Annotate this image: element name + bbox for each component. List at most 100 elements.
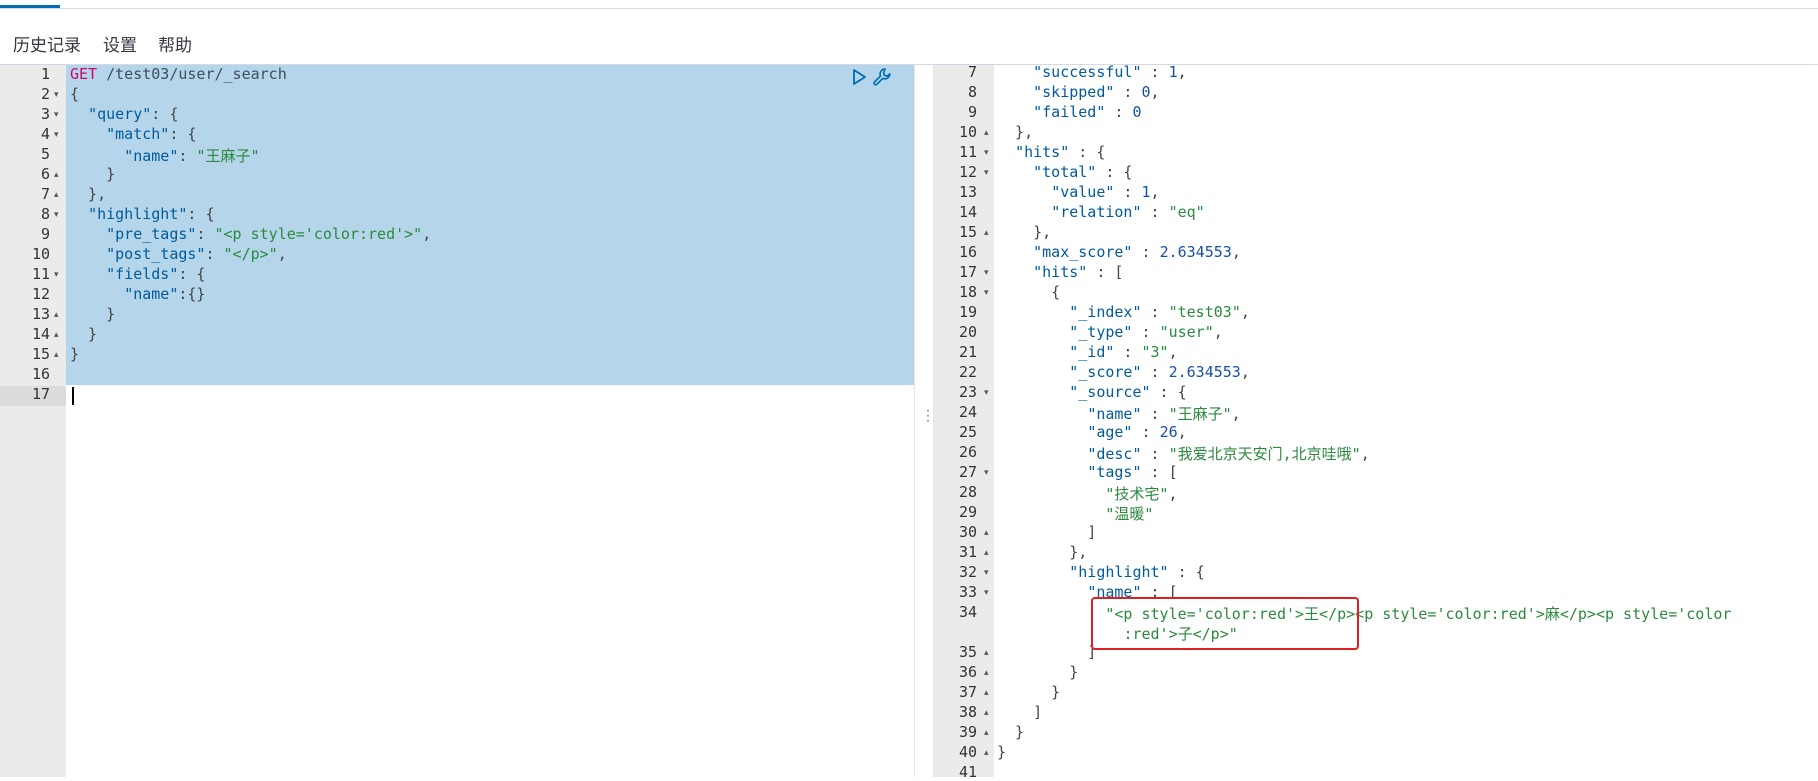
code-line: "query": { xyxy=(70,105,178,123)
code-token: "test03" xyxy=(1168,303,1241,321)
code-token: , xyxy=(1240,363,1250,381)
code-line: { xyxy=(70,85,79,103)
code-token: , xyxy=(1150,183,1160,201)
fold-expand-icon[interactable]: ▴ xyxy=(984,548,989,558)
fold-collapse-icon[interactable]: ▾ xyxy=(984,388,989,398)
line-number: 37 xyxy=(958,683,977,701)
line-number: 7 xyxy=(40,185,50,203)
menu-help[interactable]: 帮助 xyxy=(158,31,192,56)
code-token: /test03/user/_search xyxy=(97,65,287,83)
code-token: : { xyxy=(187,205,215,223)
code-line: ] xyxy=(997,703,1042,721)
fold-collapse-icon[interactable]: ▾ xyxy=(54,130,59,140)
code-token: : xyxy=(1141,63,1169,81)
code-line: "successful" : 1, xyxy=(997,63,1187,81)
code-token: 0 xyxy=(1141,83,1151,101)
code-line: }, xyxy=(997,543,1087,561)
request-editor[interactable]: 1 GET /test03/user/_search 2 ▾{3 ▾ "query": … xyxy=(0,65,914,777)
menu-history[interactable]: 历史记录 xyxy=(13,31,81,56)
line-number: 2 xyxy=(40,85,50,103)
fold-expand-icon[interactable]: ▴ xyxy=(54,170,59,180)
fold-collapse-icon[interactable]: ▾ xyxy=(984,148,989,158)
code-line: } xyxy=(997,743,1006,761)
line-number: 19 xyxy=(958,303,977,321)
fold-expand-icon[interactable]: ▴ xyxy=(984,648,989,658)
code-line: } xyxy=(997,663,1078,681)
fold-expand-icon[interactable]: ▴ xyxy=(984,748,989,758)
code-token: : xyxy=(1114,83,1142,101)
code-token: : { xyxy=(151,105,179,123)
line-number: 40 xyxy=(958,743,977,761)
play-icon[interactable] xyxy=(851,68,867,91)
fold-expand-icon[interactable]: ▴ xyxy=(54,350,59,360)
fold-collapse-icon[interactable]: ▾ xyxy=(54,210,59,220)
line-number: 14 xyxy=(958,203,977,221)
fold-expand-icon[interactable]: ▴ xyxy=(54,310,59,320)
code-token: "total" xyxy=(1033,163,1097,181)
code-token: "</p>" xyxy=(223,245,278,263)
active-tab-indicator xyxy=(0,5,60,8)
code-token: 26 xyxy=(1159,423,1178,441)
line-number: 29 xyxy=(958,503,977,521)
fold-expand-icon[interactable]: ▴ xyxy=(984,728,989,738)
code-line: "relation" : "eq" xyxy=(997,203,1205,221)
fold-expand-icon[interactable]: ▴ xyxy=(54,330,59,340)
fold-collapse-icon[interactable]: ▾ xyxy=(54,90,59,100)
fold-collapse-icon[interactable]: ▾ xyxy=(984,468,989,478)
code-token: "skipped" xyxy=(1033,83,1115,101)
line-number: 13 xyxy=(31,305,50,323)
fold-expand-icon[interactable]: ▴ xyxy=(984,708,989,718)
code-token: "王麻子" xyxy=(196,147,260,165)
fold-expand-icon[interactable]: ▴ xyxy=(984,688,989,698)
code-token: : [ xyxy=(1087,263,1124,281)
code-token: "name" xyxy=(124,147,179,165)
code-token: } xyxy=(997,723,1025,741)
code-token: "highlight" xyxy=(88,205,188,223)
fold-collapse-icon[interactable]: ▾ xyxy=(984,288,989,298)
fold-collapse-icon[interactable]: ▾ xyxy=(54,270,59,280)
code-line: "_score" : 2.634553, xyxy=(997,363,1250,381)
code-token: , xyxy=(1168,343,1178,361)
fold-collapse-icon[interactable]: ▾ xyxy=(54,110,59,120)
code-line: "pre_tags": "<p style='color:red'>", xyxy=(70,225,431,243)
code-line: "max_score" : 2.634553, xyxy=(997,243,1241,261)
code-token: "failed" xyxy=(1033,103,1106,121)
fold-expand-icon[interactable]: ▴ xyxy=(984,668,989,678)
line-number: 11 xyxy=(31,265,50,283)
fold-expand-icon[interactable]: ▴ xyxy=(984,528,989,538)
code-line: "failed" : 0 xyxy=(997,103,1141,121)
code-token: : xyxy=(1141,445,1169,463)
fold-expand-icon[interactable]: ▴ xyxy=(984,228,989,238)
code-token: "_id" xyxy=(1069,343,1115,361)
code-token: "post_tags" xyxy=(106,245,206,263)
code-token: "_source" xyxy=(1069,383,1151,401)
code-token: "max_score" xyxy=(1033,243,1133,261)
fold-collapse-icon[interactable]: ▾ xyxy=(984,588,989,598)
code-token: : { xyxy=(1069,143,1106,161)
code-token: , xyxy=(1168,485,1178,503)
code-token: , xyxy=(1231,243,1241,261)
line-number: 9 xyxy=(40,225,50,243)
response-viewer[interactable]: 7 "successful" : 1, 8 "skipped" : 0, 9 "fa… xyxy=(934,63,1818,781)
fold-collapse-icon[interactable]: ▾ xyxy=(984,568,989,578)
menu-settings[interactable]: 设置 xyxy=(103,31,137,56)
fold-expand-icon[interactable]: ▴ xyxy=(984,128,989,138)
fold-expand-icon[interactable]: ▴ xyxy=(54,190,59,200)
fold-collapse-icon[interactable]: ▾ xyxy=(984,268,989,278)
code-token: "successful" xyxy=(1033,63,1142,81)
line-number: 21 xyxy=(958,343,977,361)
line-number: 12 xyxy=(958,163,977,181)
code-token: }, xyxy=(997,543,1088,561)
fold-collapse-icon[interactable]: ▾ xyxy=(984,168,989,178)
wrench-icon[interactable] xyxy=(872,67,892,92)
code-line: } xyxy=(70,165,115,183)
